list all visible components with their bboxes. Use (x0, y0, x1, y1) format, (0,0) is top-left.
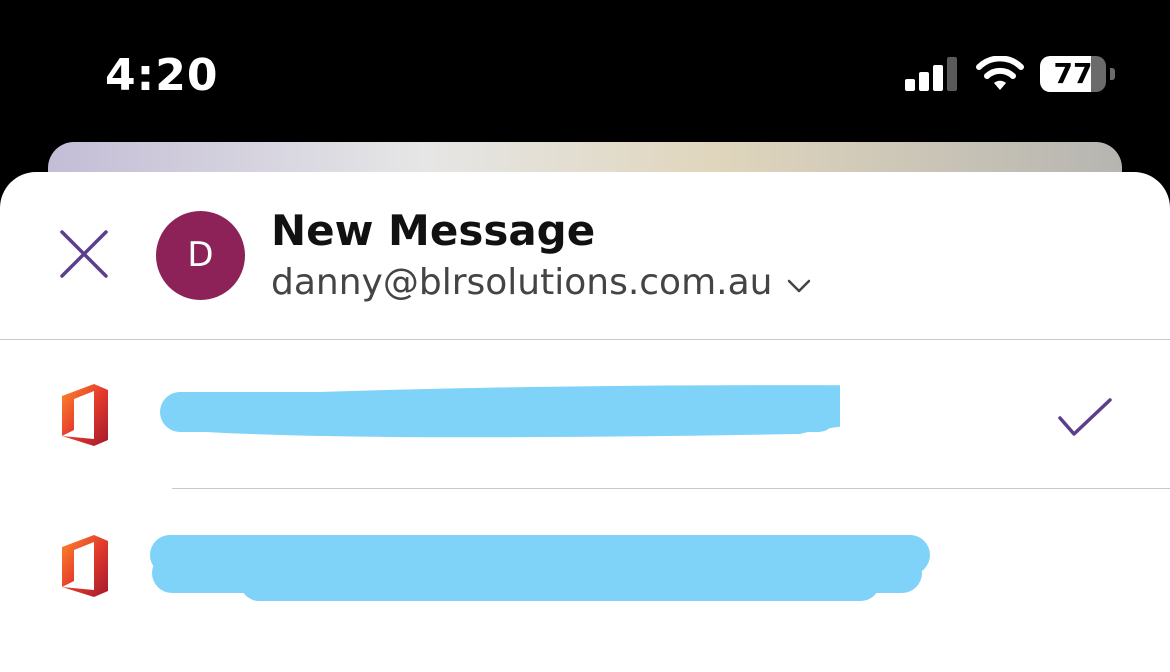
account-list-item[interactable] (0, 340, 1170, 488)
status-time: 4:20 (105, 50, 219, 101)
avatar: D (156, 211, 245, 300)
page-title: New Message (271, 206, 596, 255)
office-icon (62, 535, 108, 597)
battery-percentage: 77 (1053, 57, 1093, 90)
chevron-down-icon (788, 279, 811, 292)
close-icon[interactable] (56, 226, 112, 282)
battery-body: 77 (1040, 56, 1106, 92)
office-icon (62, 384, 108, 446)
status-bar: 4:20 77 (0, 0, 1170, 140)
redacted-account-name (150, 535, 930, 601)
wifi-icon (976, 56, 1024, 90)
battery-icon: 77 (1040, 56, 1116, 92)
battery-nub (1110, 68, 1115, 80)
account-selector[interactable]: danny@blrsolutions.com.au (271, 262, 812, 303)
account-email: danny@blrsolutions.com.au (271, 262, 773, 303)
cellular-signal-icon (905, 57, 957, 91)
account-list-item[interactable] (0, 489, 1170, 637)
redacted-account-name (160, 385, 840, 438)
checkmark-icon (1058, 398, 1112, 436)
